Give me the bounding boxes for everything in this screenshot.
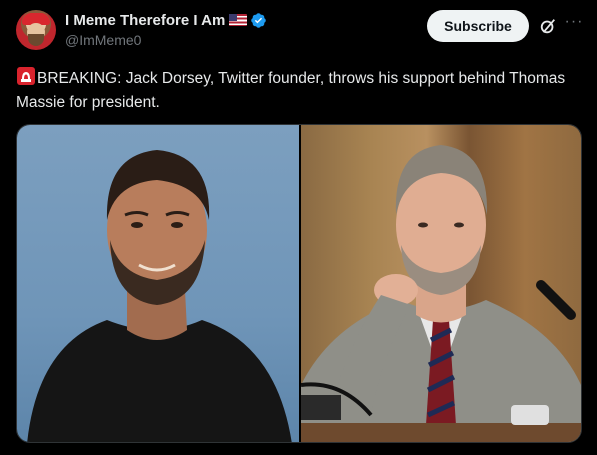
- verified-badge-icon: [251, 12, 267, 28]
- siren-emoji-icon: [17, 67, 35, 85]
- subscribe-button[interactable]: Subscribe: [427, 10, 529, 42]
- portrait-right-illustration: [300, 145, 581, 442]
- avatar-beard: [28, 34, 44, 46]
- author-handle[interactable]: @ImMeme0: [65, 32, 267, 48]
- tweet-media[interactable]: [16, 124, 582, 443]
- photo-jack-dorsey[interactable]: [17, 125, 299, 442]
- portrait-left-illustration: [27, 150, 292, 442]
- grok-icon[interactable]: [539, 17, 557, 35]
- photo-thomas-massie[interactable]: [300, 125, 581, 442]
- us-flag-icon: [229, 14, 248, 26]
- tweet-body: BREAKING: Jack Dorsey, Twitter founder, …: [16, 70, 566, 111]
- author-name[interactable]: I Meme Therefore I Am: [65, 12, 225, 29]
- author-info: I Meme Therefore I Am @ImMeme0: [65, 10, 267, 48]
- tweet-text: BREAKING: Jack Dorsey, Twitter founder, …: [16, 66, 586, 115]
- author-avatar[interactable]: [16, 10, 56, 50]
- author-name-row: I Meme Therefore I Am: [65, 10, 267, 30]
- tweet-header: I Meme Therefore I Am @ImMeme0 Subscribe…: [16, 10, 587, 54]
- more-options-icon[interactable]: ···: [563, 12, 585, 34]
